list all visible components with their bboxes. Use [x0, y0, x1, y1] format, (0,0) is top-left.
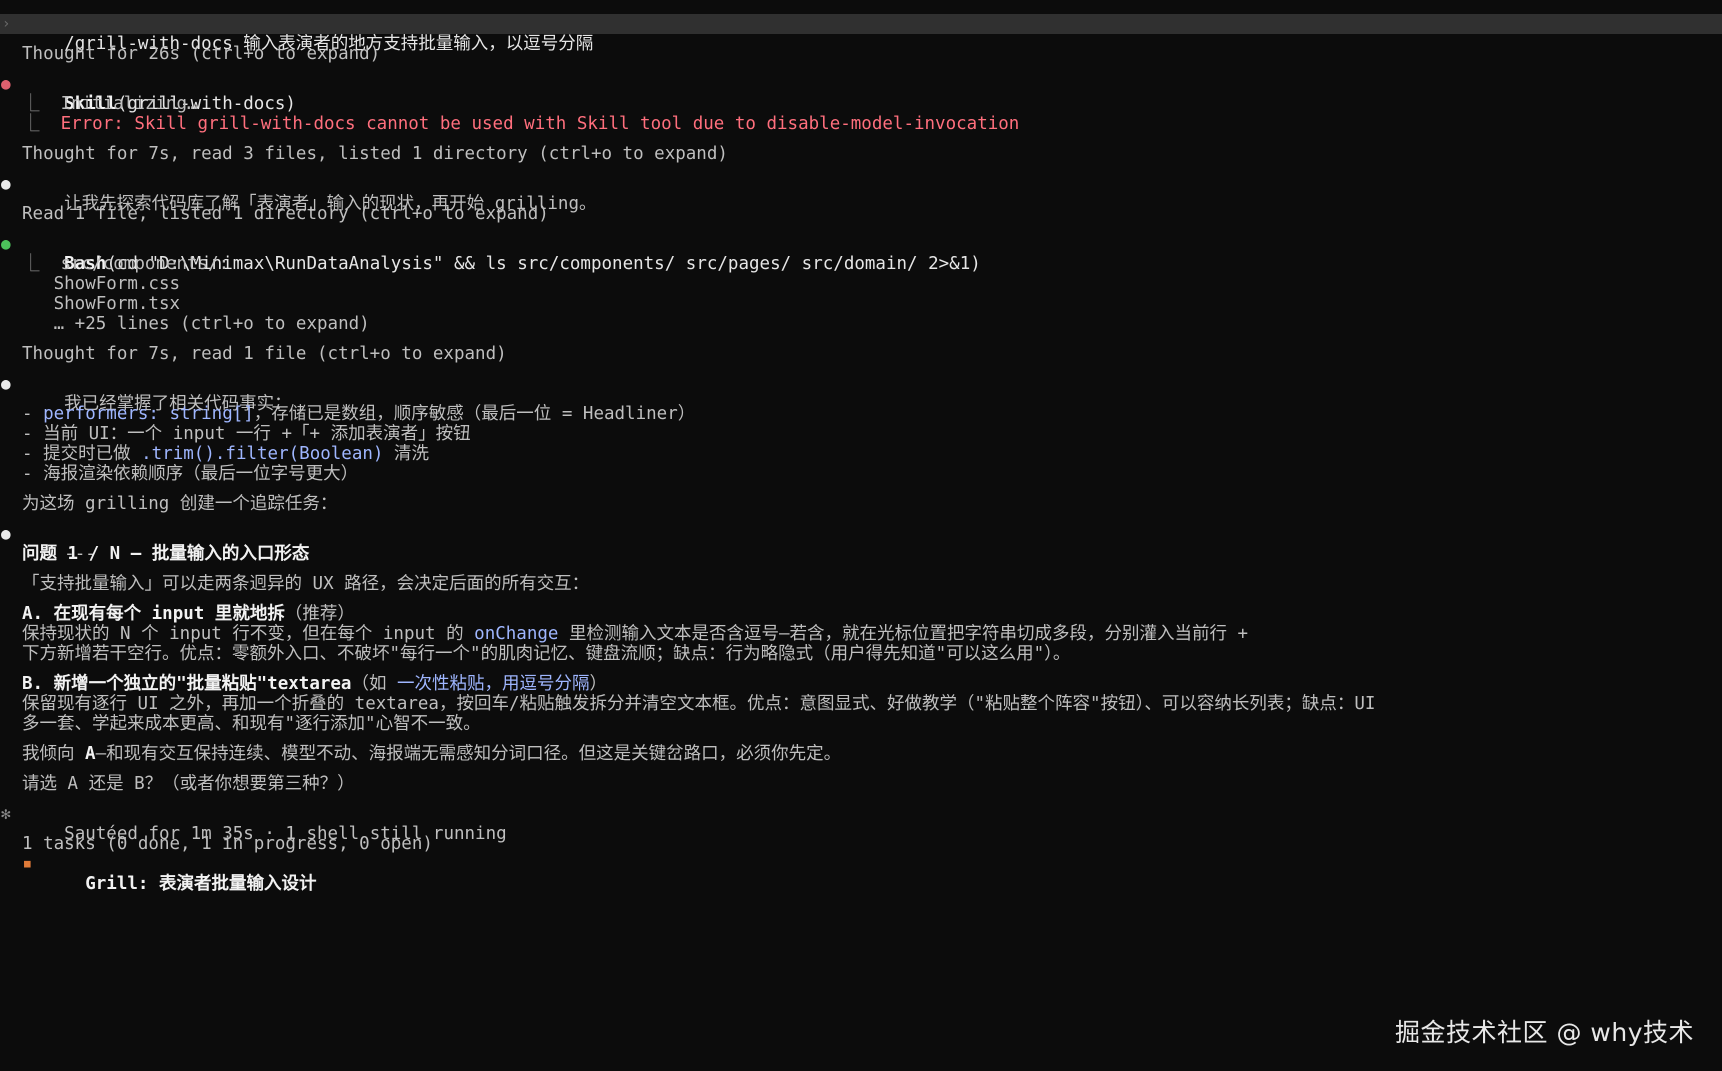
question-intro: 「支持批量输入」可以走两条迥异的 UX 路径，会决定后面的所有交互：	[22, 574, 590, 594]
assistant-message: ● 让我先探索代码库了解「表演者」输入的现状，再开始 grilling。	[1, 174, 597, 214]
option-b-desc: 保留现有逐行 UI 之外，再加一个折叠的 textarea，按回车/粘贴触发拆分…	[22, 694, 1376, 714]
skill-call: ● Skill(grill-with-docs)	[0, 74, 1722, 114]
bash-output-line: ShowForm.css	[53, 274, 181, 294]
command-line: ›/grill-with-docs 输入表演者的地方支持批量输入，以逗号分隔	[0, 14, 1722, 54]
recommendation: 我倾向 A—和现有交互保持连续、模型不动、海报端无需感知分词口径。但这是关键岔路…	[22, 744, 842, 764]
option-a-desc: 保持现状的 N 个 input 行不变，但在每个 input 的 onChang…	[22, 624, 1249, 644]
watermark: 掘金技术社区 @ why技术	[1395, 1018, 1694, 1047]
option-a-title: A. 在现有每个 input 里就地拆（推荐）	[22, 604, 355, 624]
bash-output-line: ⎿ src/components/:	[22, 254, 230, 274]
question-separator: ● ---	[1, 524, 96, 564]
branch-icon: ⎿	[22, 254, 61, 274]
message-dot-icon: ●	[1, 174, 11, 193]
read-status[interactable]: Read 1 file, listed 1 directory (ctrl+o …	[0, 204, 1722, 224]
thought-status-2[interactable]: Thought for 7s, read 3 files, listed 1 d…	[0, 144, 1722, 164]
terminal-output: ›/grill-with-docs 输入表演者的地方支持批量输入，以逗号分隔 T…	[0, 14, 1722, 894]
fact-item: - 提交时已做 .trim().filter(Boolean) 清洗	[22, 444, 429, 464]
error-message: Error: Skill grill-with-docs cannot be u…	[60, 114, 1020, 134]
tasks-summary: 1 tasks (0 done, 1 in progress, 0 open)	[22, 834, 433, 854]
spinner-icon: ✻	[1, 804, 11, 823]
option-a-desc: 下方新增若干空行。优点：零额外入口、不破坏"每行一个"的肌肉记忆、键盘流顺；缺点…	[22, 644, 1071, 664]
fact-item: - 海报渲染依赖顺序（最后一位字号更大）	[22, 464, 359, 484]
track-message: 为这场 grilling 创建一个追踪任务：	[22, 494, 338, 514]
option-b-desc: 多一套、学起来成本更高、和现有"逐行添加"心智不一致。	[22, 714, 481, 734]
option-b-title: B. 新增一个独立的"批量粘贴"textarea（如 一次性粘贴，用逗号分隔）	[22, 674, 608, 694]
task-in-progress-icon: ■	[24, 857, 31, 870]
fact-item: - performers: string[]，存储已是数组，顺序敏感（最后一位 …	[22, 404, 696, 424]
assistant-message: ● 我已经掌握了相关代码事实：	[1, 374, 292, 414]
thought-status-1[interactable]: Thought for 26s (ctrl+o to expand)	[0, 44, 1722, 64]
branch-icon: ⎿	[22, 114, 61, 134]
skill-error: ⎿ Error: Skill grill-with-docs cannot be…	[0, 114, 1722, 134]
bash-output-line: ShowForm.tsx	[53, 294, 181, 314]
task-item[interactable]: ■ Grill: 表演者批量输入设计	[0, 854, 1722, 894]
fact-item: - 当前 UI：一个 input 一行 +「+ 添加表演者」按钮	[22, 424, 471, 444]
branch-icon: ⎿	[22, 94, 61, 114]
error-dot-icon: ●	[1, 74, 11, 93]
message-dot-icon: ●	[1, 374, 11, 393]
thought-status-3[interactable]: Thought for 7s, read 1 file (ctrl+o to e…	[0, 344, 1722, 364]
question-title: 问题 1 / N — 批量输入的入口形态	[22, 544, 310, 564]
skill-initializing: ⎿ Initializing…	[22, 94, 198, 114]
bash-call: ● Bash(cd "D:\Minimax\RunDataAnalysis" &&…	[0, 234, 1722, 274]
chevron-right-icon: ›	[2, 16, 11, 32]
success-dot-icon: ●	[1, 234, 11, 253]
spinner-status: ✻ Sautéed for 1m 35s · 1 shell still runn…	[1, 804, 507, 844]
choice-prompt: 请选 A 还是 B？（或者你想要第三种？）	[22, 774, 355, 794]
message-dot-icon: ●	[1, 524, 11, 543]
bash-output-expand[interactable]: … +25 lines (ctrl+o to expand)	[0, 314, 1722, 334]
